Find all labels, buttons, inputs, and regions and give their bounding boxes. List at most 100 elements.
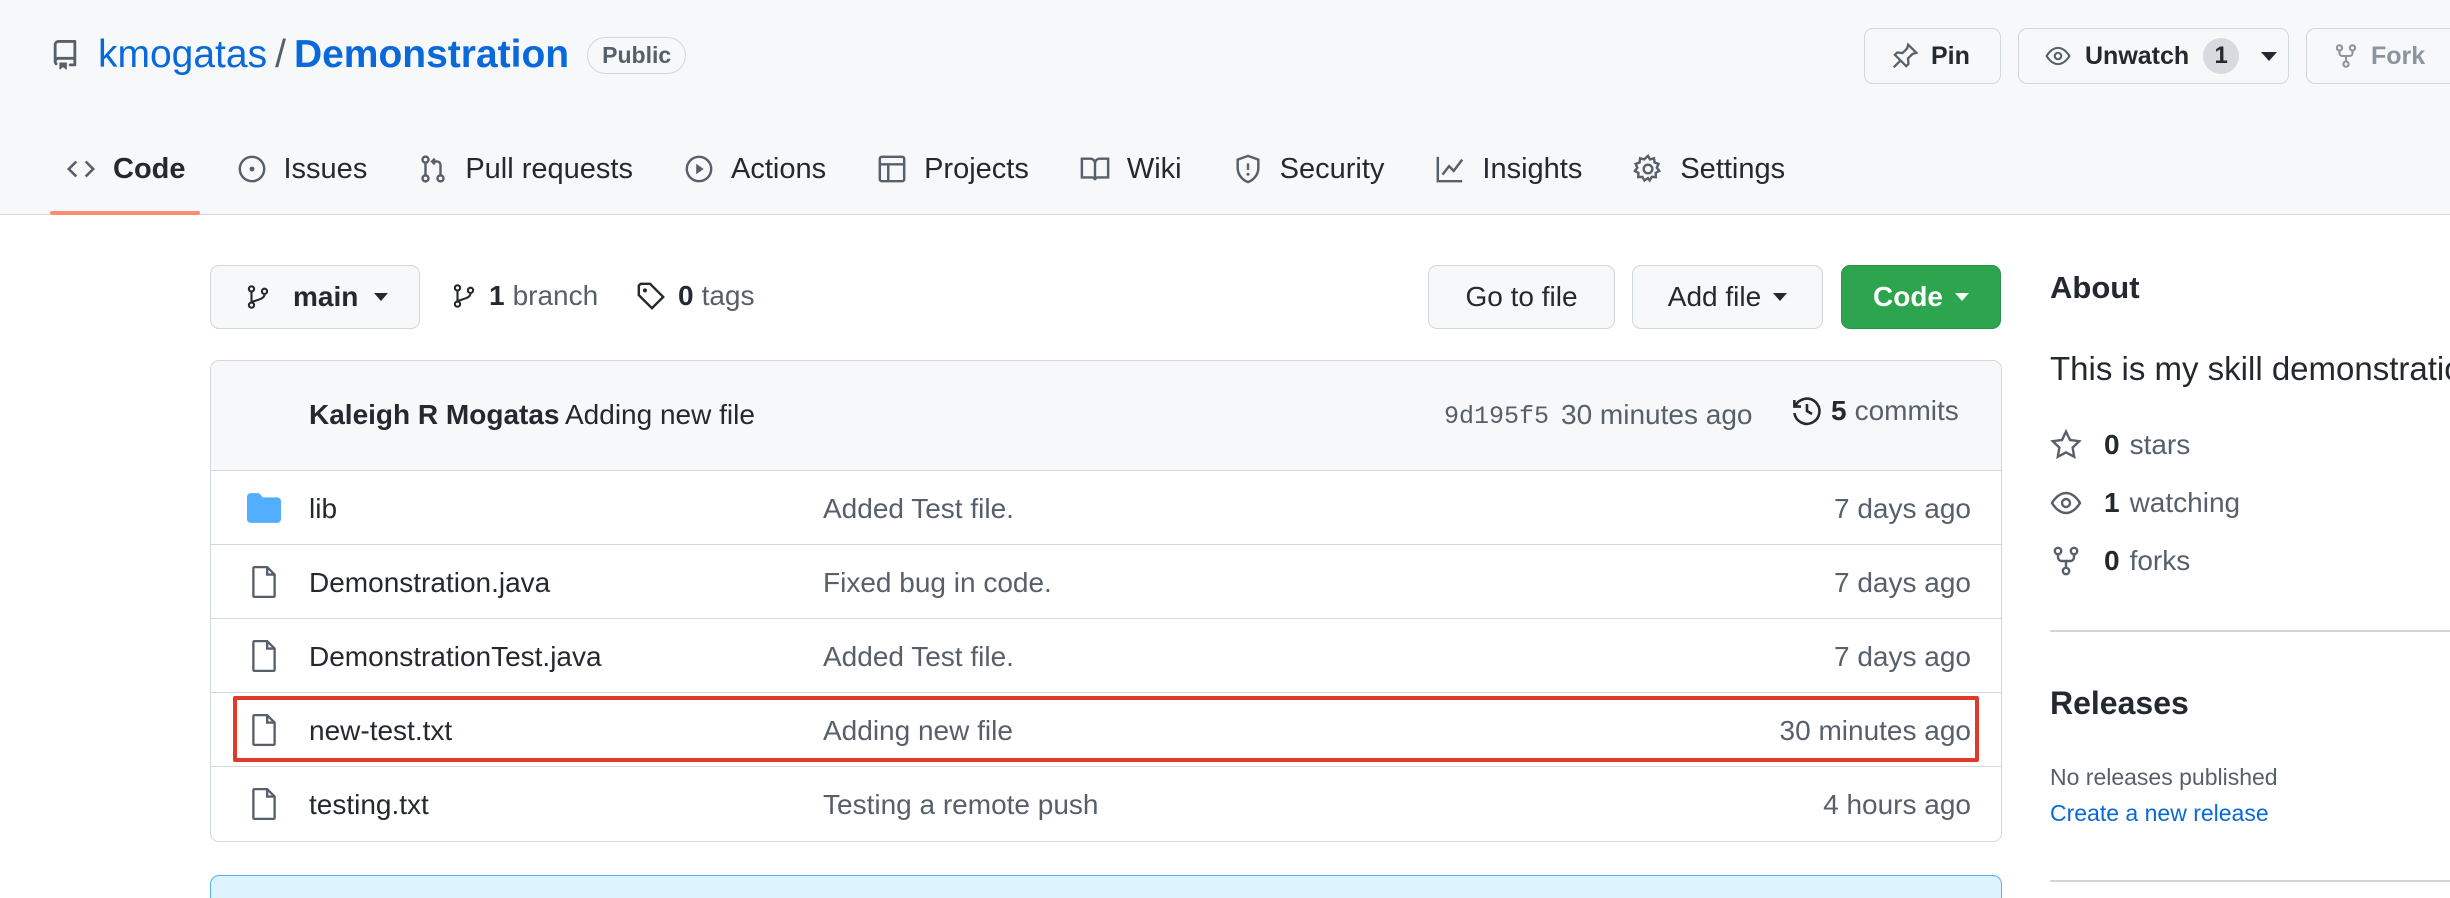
file-commit-message[interactable]: Added Test file. [823, 641, 1014, 673]
forks-count: 0 [2104, 545, 2120, 576]
tab-label: Insights [1482, 152, 1583, 185]
file-row[interactable]: testing.txt Testing a remote push 4 hour… [211, 767, 2001, 841]
pin-label: Pin [1931, 41, 1970, 70]
gear-icon [1633, 154, 1662, 183]
file-row[interactable]: DemonstrationTest.java Added Test file. … [211, 619, 2001, 693]
create-release-link[interactable]: Create a new release [2050, 800, 2269, 827]
repo-separator: / [275, 33, 286, 76]
repo-description: This is my skill demonstration [2050, 350, 2450, 387]
tab-settings[interactable]: Settings [1617, 140, 1801, 198]
forks-link[interactable]: 0 forks [2050, 541, 2190, 581]
book-icon [1080, 157, 1110, 181]
file-name-link[interactable]: new-test.txt [309, 715, 452, 747]
file-commit-message[interactable]: Added Test file. [823, 493, 1014, 525]
file-name-link[interactable]: testing.txt [309, 789, 429, 821]
sidebar-divider [2050, 630, 2450, 632]
repo-name-link[interactable]: Demonstration [294, 33, 569, 77]
commits-history-link[interactable]: 5 commits [1791, 395, 1959, 427]
tag-icon [637, 282, 665, 310]
tab-code[interactable]: Code [50, 140, 202, 198]
tab-actions[interactable]: Actions [668, 140, 842, 198]
sidebar-divider [2050, 880, 2450, 882]
file-name-link[interactable]: DemonstrationTest.java [309, 641, 602, 673]
eye-icon [2045, 46, 2071, 66]
file-commit-message[interactable]: Adding new file [823, 715, 1013, 747]
current-branch-label: main [293, 281, 359, 312]
commit-time: 30 minutes ago [1561, 399, 1753, 430]
commit-count: 5 [1831, 395, 1847, 426]
chevron-down-icon[interactable] [2261, 51, 2278, 61]
branch-select-button[interactable]: main [210, 265, 420, 329]
file-age: 7 days ago [1834, 641, 1971, 672]
watch-count-badge: 1 [2203, 38, 2240, 74]
chevron-down-icon [1955, 293, 1969, 301]
tab-label: Actions [730, 152, 827, 185]
tab-insights[interactable]: Insights [1419, 140, 1598, 198]
file-name-link[interactable]: Demonstration.java [309, 567, 550, 599]
active-tab-indicator [50, 211, 200, 215]
fork-button[interactable]: Fork [2306, 28, 2450, 84]
fork-icon [2053, 546, 2079, 576]
watching-link[interactable]: 1 watching [2050, 483, 2240, 523]
file-icon [252, 713, 276, 747]
add-file-button[interactable]: Add file [1632, 265, 1823, 329]
chevron-down-icon [374, 293, 389, 301]
file-age: 4 hours ago [1823, 789, 1971, 820]
code-button[interactable]: Code [1841, 265, 2001, 329]
commit-message-link[interactable]: Adding new file [565, 399, 755, 431]
code-icon [66, 160, 96, 178]
tab-label: Settings [1680, 152, 1786, 185]
file-commit-message[interactable]: Testing a remote push [823, 789, 1099, 821]
pin-icon [1892, 42, 1919, 69]
latest-commit-bar: Kaleigh R Mogatas Adding new file 9d195f… [211, 361, 2001, 471]
visibility-badge: Public [587, 36, 687, 74]
file-row[interactable]: lib Added Test file. 7 days ago [211, 471, 2001, 545]
tab-issues[interactable]: Issues [221, 140, 384, 198]
fork-label: Fork [2371, 41, 2426, 70]
branches-link[interactable]: 1 branch [451, 276, 598, 316]
tags-link[interactable]: 0 tags [636, 276, 755, 316]
issue-icon [238, 155, 265, 183]
repo-tabs: Code Issues Pull requests Actions Projec… [50, 140, 1820, 215]
star-icon [2050, 429, 2082, 460]
file-name-link[interactable]: lib [309, 493, 337, 525]
watching-count: 1 [2104, 487, 2120, 518]
repo-title: kmogatas / Demonstration Public [50, 30, 687, 80]
repo-owner-link[interactable]: kmogatas [98, 33, 267, 77]
readme-banner [210, 875, 2002, 898]
file-commit-message[interactable]: Fixed bug in code. [823, 567, 1052, 599]
go-to-file-button[interactable]: Go to file [1428, 265, 1615, 329]
commit-author-link[interactable]: Kaleigh R Mogatas [309, 399, 559, 431]
no-releases-text: No releases published [2050, 764, 2278, 790]
branch-count-label: branch [512, 280, 599, 311]
tab-security[interactable]: Security [1217, 140, 1401, 198]
branch-count: 1 [489, 280, 505, 311]
tab-label: Code [113, 152, 186, 185]
file-icon [252, 639, 276, 673]
tab-projects[interactable]: Projects [861, 140, 1045, 198]
stars-link[interactable]: 0 stars [2050, 425, 2190, 465]
file-icon [252, 565, 276, 599]
stars-count: 0 [2104, 429, 2120, 460]
file-row[interactable]: Demonstration.java Fixed bug in code. 7 … [211, 545, 2001, 619]
history-icon [1793, 397, 1821, 426]
commit-sha-link[interactable]: 9d195f5 [1444, 402, 1549, 431]
file-age: 7 days ago [1834, 493, 1971, 524]
releases-heading-link[interactable]: Releases [2050, 685, 2189, 722]
file-icon [252, 787, 276, 821]
tab-label: Issues [283, 152, 368, 185]
tab-label: Security [1279, 152, 1385, 185]
tab-label: Projects [924, 152, 1029, 185]
tag-count-label: tags [701, 280, 755, 311]
branch-icon [453, 284, 475, 308]
tab-wiki[interactable]: Wiki [1064, 140, 1198, 198]
forks-label: forks [2129, 545, 2191, 576]
repo-icon [53, 40, 77, 70]
tab-pull-requests[interactable]: Pull requests [402, 140, 649, 198]
file-row[interactable]: new-test.txt Adding new file 30 minutes … [211, 693, 2001, 767]
branch-icon [247, 285, 269, 309]
watching-label: watching [2129, 487, 2241, 518]
unwatch-button[interactable]: Unwatch 1 [2018, 28, 2289, 84]
chevron-down-icon [1773, 293, 1788, 301]
pin-button[interactable]: Pin [1864, 28, 2001, 84]
